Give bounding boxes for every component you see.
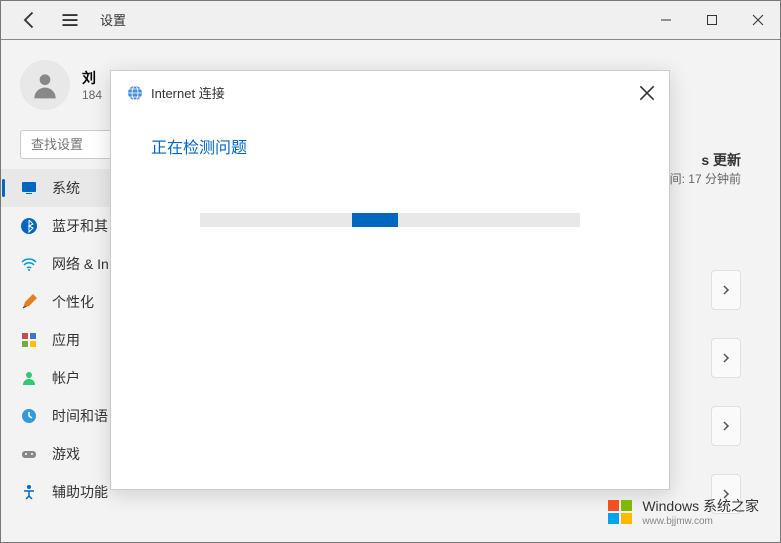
watermark-url: www.bjjmw.com bbox=[642, 516, 759, 527]
progress-fill bbox=[352, 213, 398, 227]
progress-bar bbox=[200, 213, 580, 227]
dialog-heading: 正在检测问题 bbox=[151, 134, 629, 158]
watermark-brand: Windows 系统之家 bbox=[642, 496, 759, 516]
troubleshoot-dialog: Internet 连接 正在检测问题 bbox=[110, 70, 670, 490]
close-icon bbox=[639, 85, 655, 101]
globe-icon bbox=[127, 85, 143, 101]
watermark: Windows 系统之家 www.bjjmw.com bbox=[594, 490, 771, 533]
dialog-title: Internet 连接 bbox=[151, 83, 225, 102]
dialog-overlay: Internet 连接 正在检测问题 bbox=[0, 0, 781, 543]
dialog-close-button[interactable] bbox=[639, 85, 655, 101]
windows-logo-icon bbox=[606, 498, 634, 526]
